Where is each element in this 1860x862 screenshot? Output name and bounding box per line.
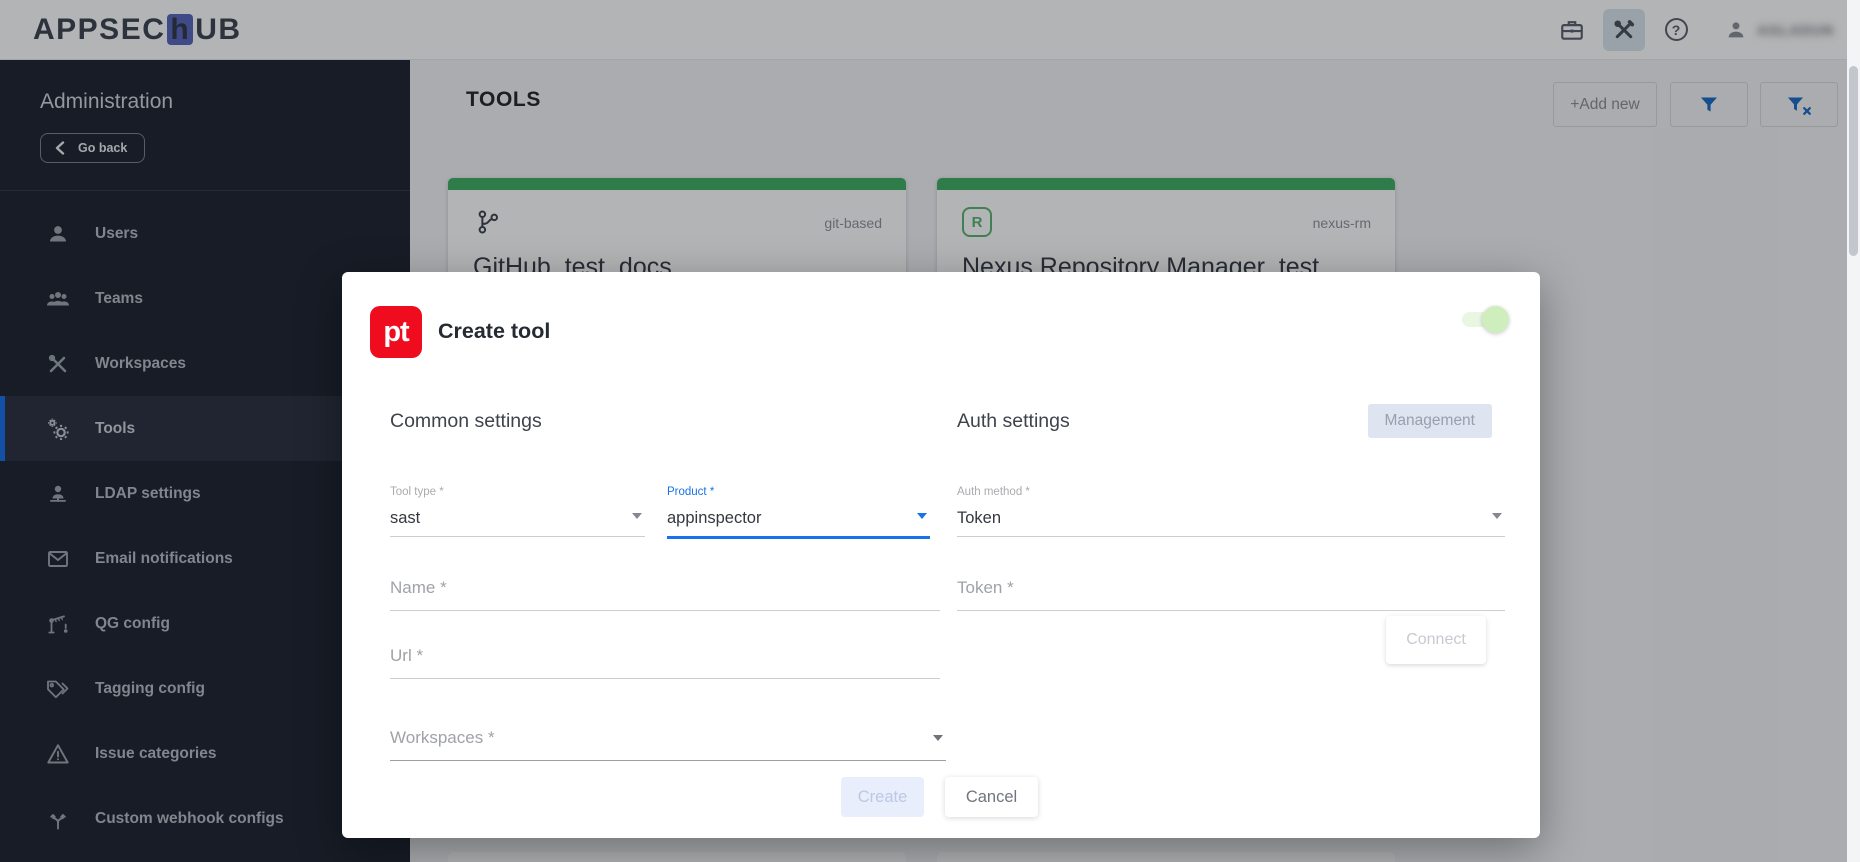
toggle-thumb	[1482, 306, 1509, 333]
scrollbar-thumb[interactable]	[1849, 66, 1858, 256]
url-input[interactable]: Url *	[390, 642, 940, 679]
tool-type-label: Tool type *	[390, 486, 645, 498]
tool-type-select[interactable]: Tool type * sast	[390, 486, 645, 537]
chevron-down-icon	[917, 513, 927, 524]
product-value: appinspector	[667, 505, 930, 531]
tool-type-value: sast	[390, 505, 645, 531]
modal-title: Create tool	[438, 319, 550, 344]
pt-logo: pt	[370, 306, 422, 358]
connect-button[interactable]: Connect	[1386, 616, 1486, 664]
auth-method-label: Auth method *	[957, 486, 1505, 498]
url-placeholder: Url *	[390, 642, 940, 670]
chevron-down-icon	[933, 735, 943, 746]
chevron-down-icon	[632, 513, 642, 524]
name-placeholder: Name *	[390, 574, 940, 602]
product-select[interactable]: Product * appinspector	[667, 486, 930, 539]
token-input[interactable]: Token *	[957, 574, 1505, 611]
product-label: Product *	[667, 486, 930, 498]
auth-method-value: Token	[957, 505, 1505, 531]
token-placeholder: Token *	[957, 574, 1505, 602]
cancel-button[interactable]: Cancel	[945, 777, 1038, 817]
create-button[interactable]: Create	[841, 777, 924, 817]
app-root: APPSEChUB	[0, 0, 1860, 862]
enabled-toggle[interactable]	[1462, 310, 1506, 329]
page-scrollbar[interactable]	[1847, 0, 1860, 862]
chevron-down-icon	[1492, 513, 1502, 524]
common-settings-heading: Common settings	[390, 410, 542, 433]
create-tool-modal: pt Create tool Common settings Auth sett…	[342, 272, 1540, 838]
workspaces-select[interactable]: Workspaces *	[390, 724, 946, 761]
auth-method-select[interactable]: Auth method * Token	[957, 486, 1505, 537]
name-input[interactable]: Name *	[390, 574, 940, 611]
management-badge: Management	[1368, 404, 1492, 438]
auth-settings-heading: Auth settings	[957, 410, 1070, 433]
workspaces-placeholder: Workspaces *	[390, 724, 946, 752]
